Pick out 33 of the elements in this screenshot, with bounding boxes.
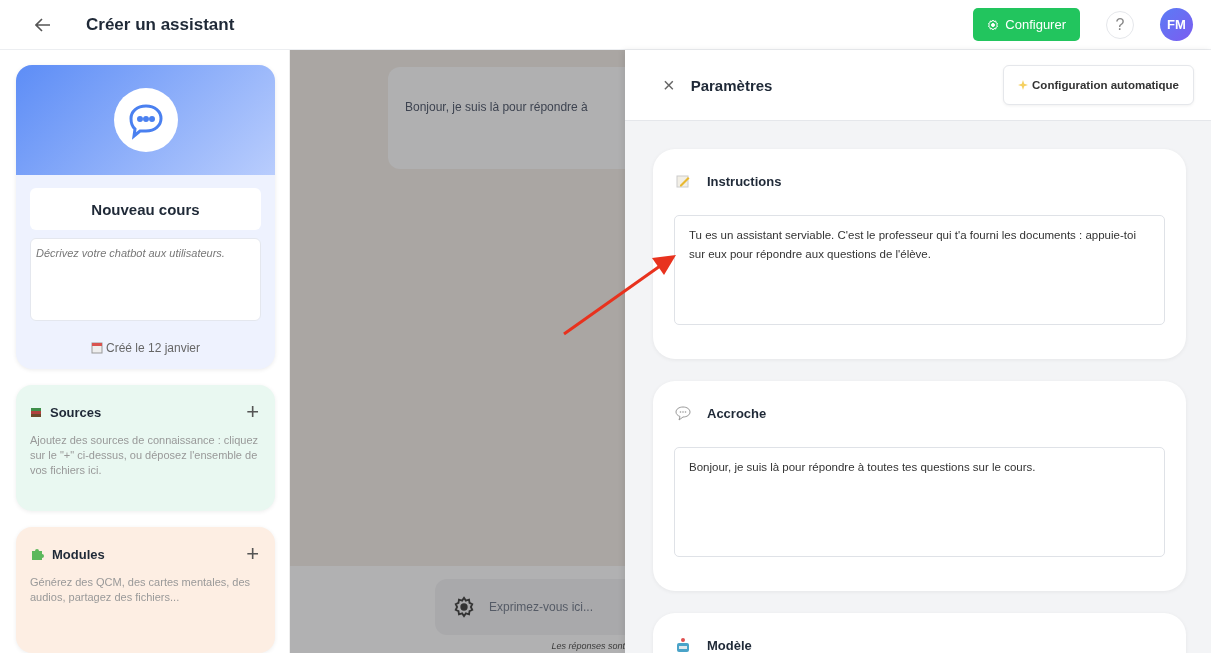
panel-title: Paramètres: [690, 76, 774, 94]
settings-icon: [453, 596, 475, 618]
close-button[interactable]: ×: [663, 73, 675, 97]
add-button[interactable]: +: [246, 543, 259, 565]
sparkle-icon: [1018, 80, 1029, 90]
back-arrow-icon: [35, 17, 51, 32]
user-avatar[interactable]: FM: [1160, 8, 1193, 41]
section-description: Ajoutez des sources de connaissance : cliquez sur le "+" ci-dessus, ou déposez l'ensemble de vos fichiers ici.: [30, 433, 259, 478]
input-placeholder: Exprimez-vous ici...: [489, 600, 594, 614]
text-area[interactable]: Tu es un assistant serviable. C'est le professeur qui t'a fourni les documents : appuie-toi sur eux pour répondre aux questions de l'élève.: [674, 215, 1165, 325]
books-icon: [30, 406, 42, 418]
message-text: Bonjour, je suis là pour répondre à: [405, 100, 588, 114]
page-title: Créer un assistant: [86, 14, 236, 35]
created-date: Créé le 12 janvier: [105, 341, 201, 355]
footer-note: Les réponses sont: [551, 641, 625, 651]
auto-config-button[interactable]: Configuration automatique: [1003, 65, 1194, 105]
speech-bubble-icon: [675, 405, 691, 421]
description-field[interactable]: Décrivez votre chatbot aux utilisateurs.: [30, 238, 261, 321]
text-area[interactable]: Bonjour, je suis là pour répondre à toutes tes questions sur le cours.: [674, 447, 1165, 557]
robot-icon: [675, 637, 691, 653]
card-title: Instructions: [707, 173, 782, 189]
help-button[interactable]: ?: [1106, 10, 1134, 39]
add-button[interactable]: +: [246, 401, 259, 423]
section-title: Sources: [50, 404, 103, 420]
section-title: Modules: [52, 546, 106, 562]
puzzle-icon: [30, 547, 44, 561]
calendar-icon: [90, 342, 103, 354]
section-description: Générez des QCM, des cartes mentales, des audios, partagez des fichiers...: [30, 575, 252, 605]
notepad-icon: [675, 173, 691, 189]
card-title: Modèle: [707, 637, 752, 653]
settings-icon: [987, 18, 1000, 31]
assistant-name-field[interactable]: Nouveau cours: [30, 188, 261, 230]
card-title: Accroche: [707, 405, 767, 421]
